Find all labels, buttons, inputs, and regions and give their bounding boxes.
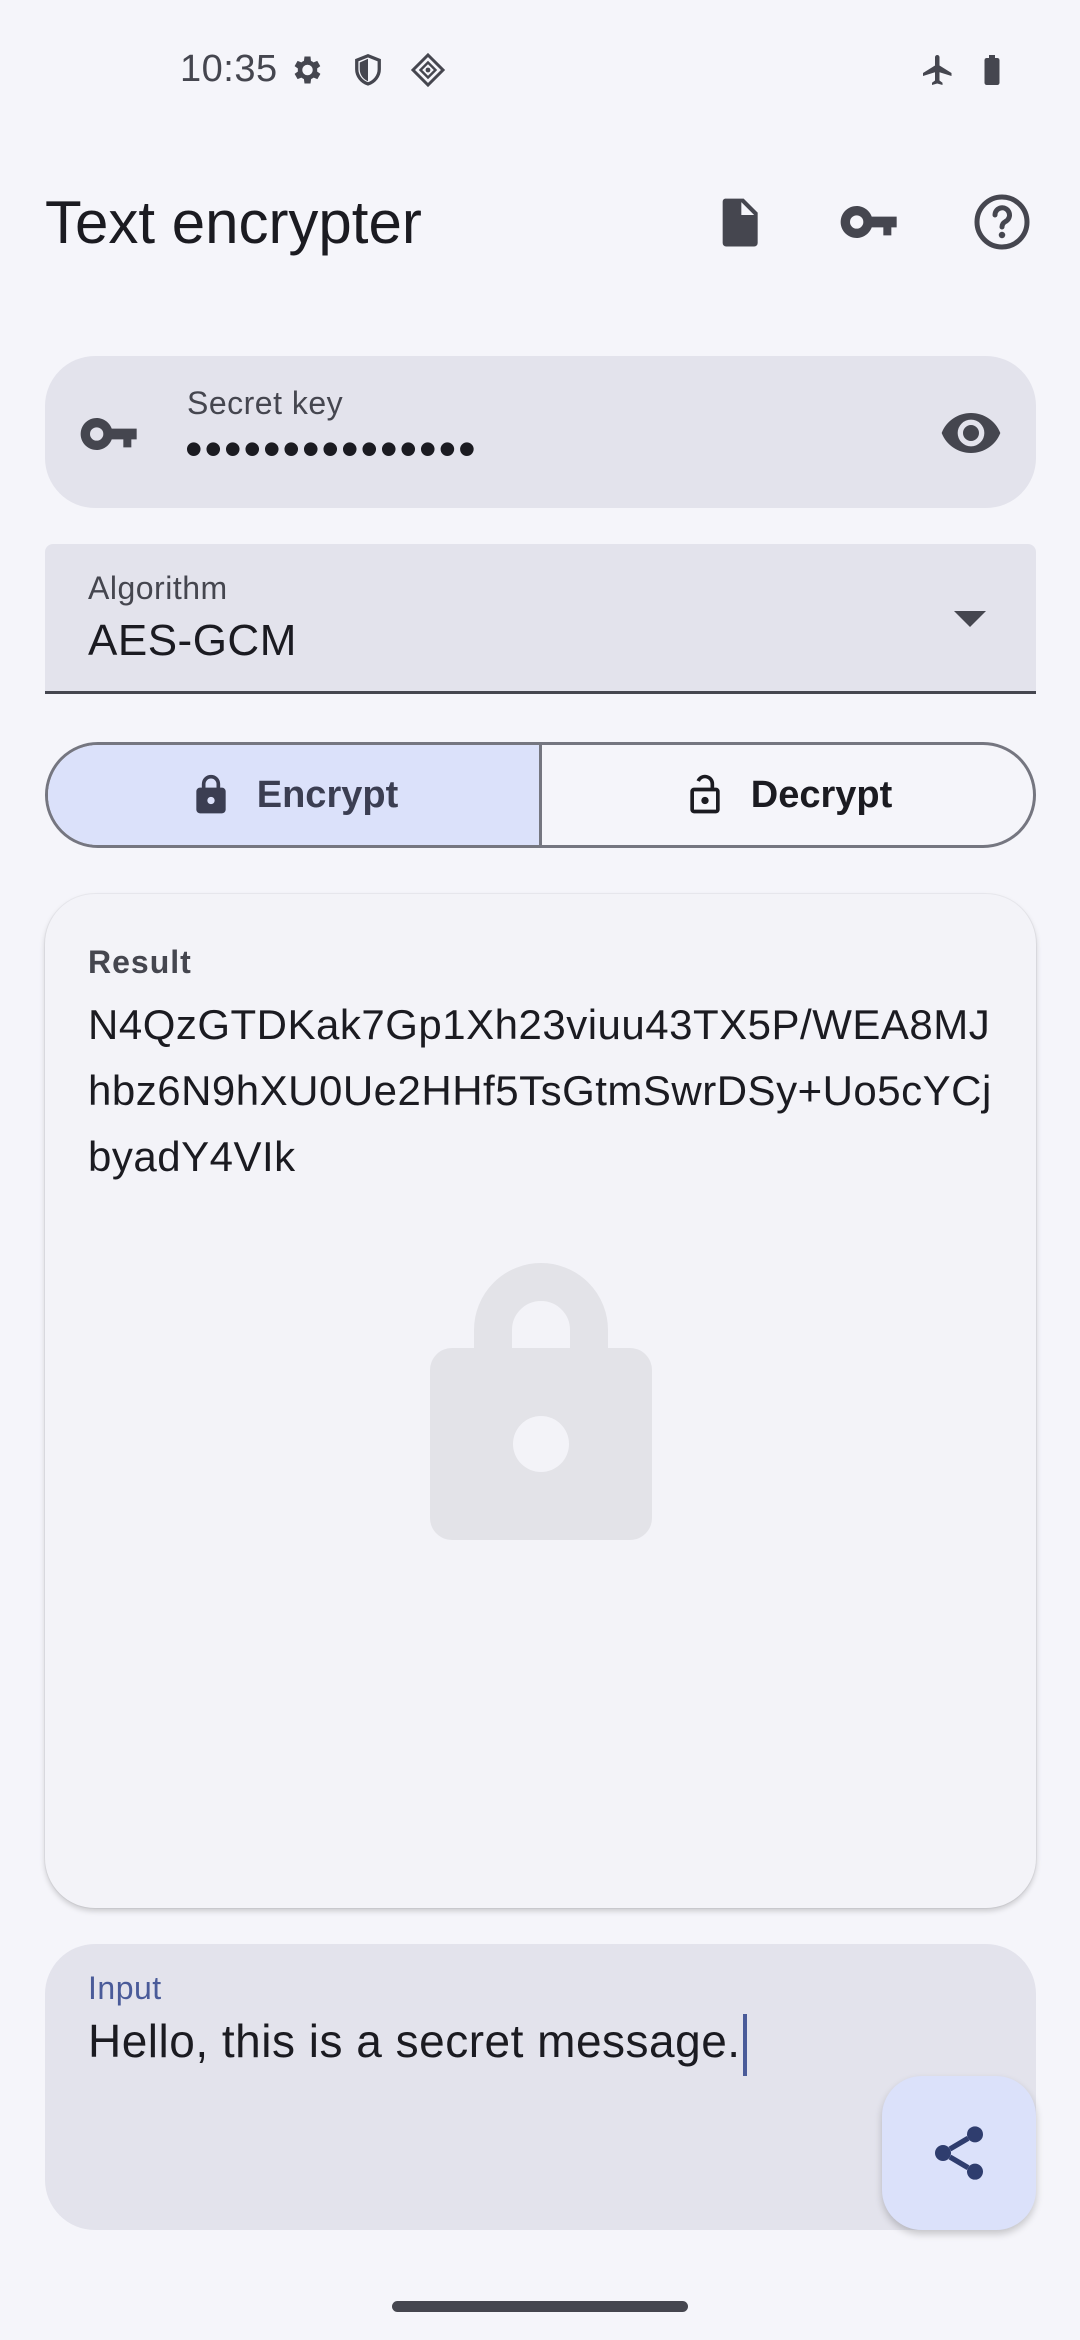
lock-closed-icon — [196, 774, 226, 814]
input-label: Input — [88, 1970, 162, 2006]
file-button[interactable] — [707, 190, 771, 254]
encrypt-button[interactable]: Encrypt — [48, 745, 539, 845]
input-value: Hello, this is a secret message. — [88, 2015, 741, 2068]
gear-icon — [294, 56, 321, 84]
input-text[interactable]: Hello, this is a secret message. — [88, 2014, 747, 2076]
file-icon — [722, 198, 758, 247]
secret-key-input[interactable]: ••••••••••••••• — [185, 420, 478, 478]
app-title: Text encrypter — [45, 189, 422, 256]
lock-closed-icon — [430, 1263, 652, 1540]
result-label: Result — [88, 944, 192, 980]
toggle-visibility-button[interactable] — [936, 400, 1006, 466]
key-icon — [840, 206, 897, 238]
decrypt-label: Decrypt — [750, 773, 893, 816]
help-button[interactable] — [970, 190, 1034, 254]
key-icon — [80, 418, 137, 450]
algorithm-value: AES-GCM — [88, 616, 297, 665]
key-button[interactable] — [838, 190, 902, 254]
decrypt-button[interactable]: Decrypt — [539, 745, 1033, 845]
status-time: 10:35 — [180, 48, 278, 90]
share-button[interactable] — [882, 2076, 1036, 2230]
eye-icon — [941, 413, 1001, 453]
mode-segmented-button: Encrypt Decrypt — [45, 742, 1036, 848]
airplane-icon — [923, 55, 952, 85]
encrypt-label: Encrypt — [256, 773, 399, 816]
share-icon — [935, 2126, 983, 2180]
home-indicator[interactable] — [392, 2301, 688, 2312]
algorithm-label: Algorithm — [88, 570, 228, 606]
shield-icon — [355, 53, 381, 86]
text-cursor — [742, 2014, 747, 2076]
battery-icon — [984, 55, 1000, 85]
dropdown-arrow-icon — [954, 611, 986, 627]
help-icon — [974, 194, 1030, 250]
result-text[interactable]: N4QzGTDKak7Gp1Xh23viuu43TX5P/WEA8MJhbz6N… — [88, 992, 998, 1190]
vpn-diamond-icon — [410, 52, 446, 88]
secret-key-label: Secret key — [187, 385, 344, 421]
lock-open-icon — [690, 774, 720, 814]
